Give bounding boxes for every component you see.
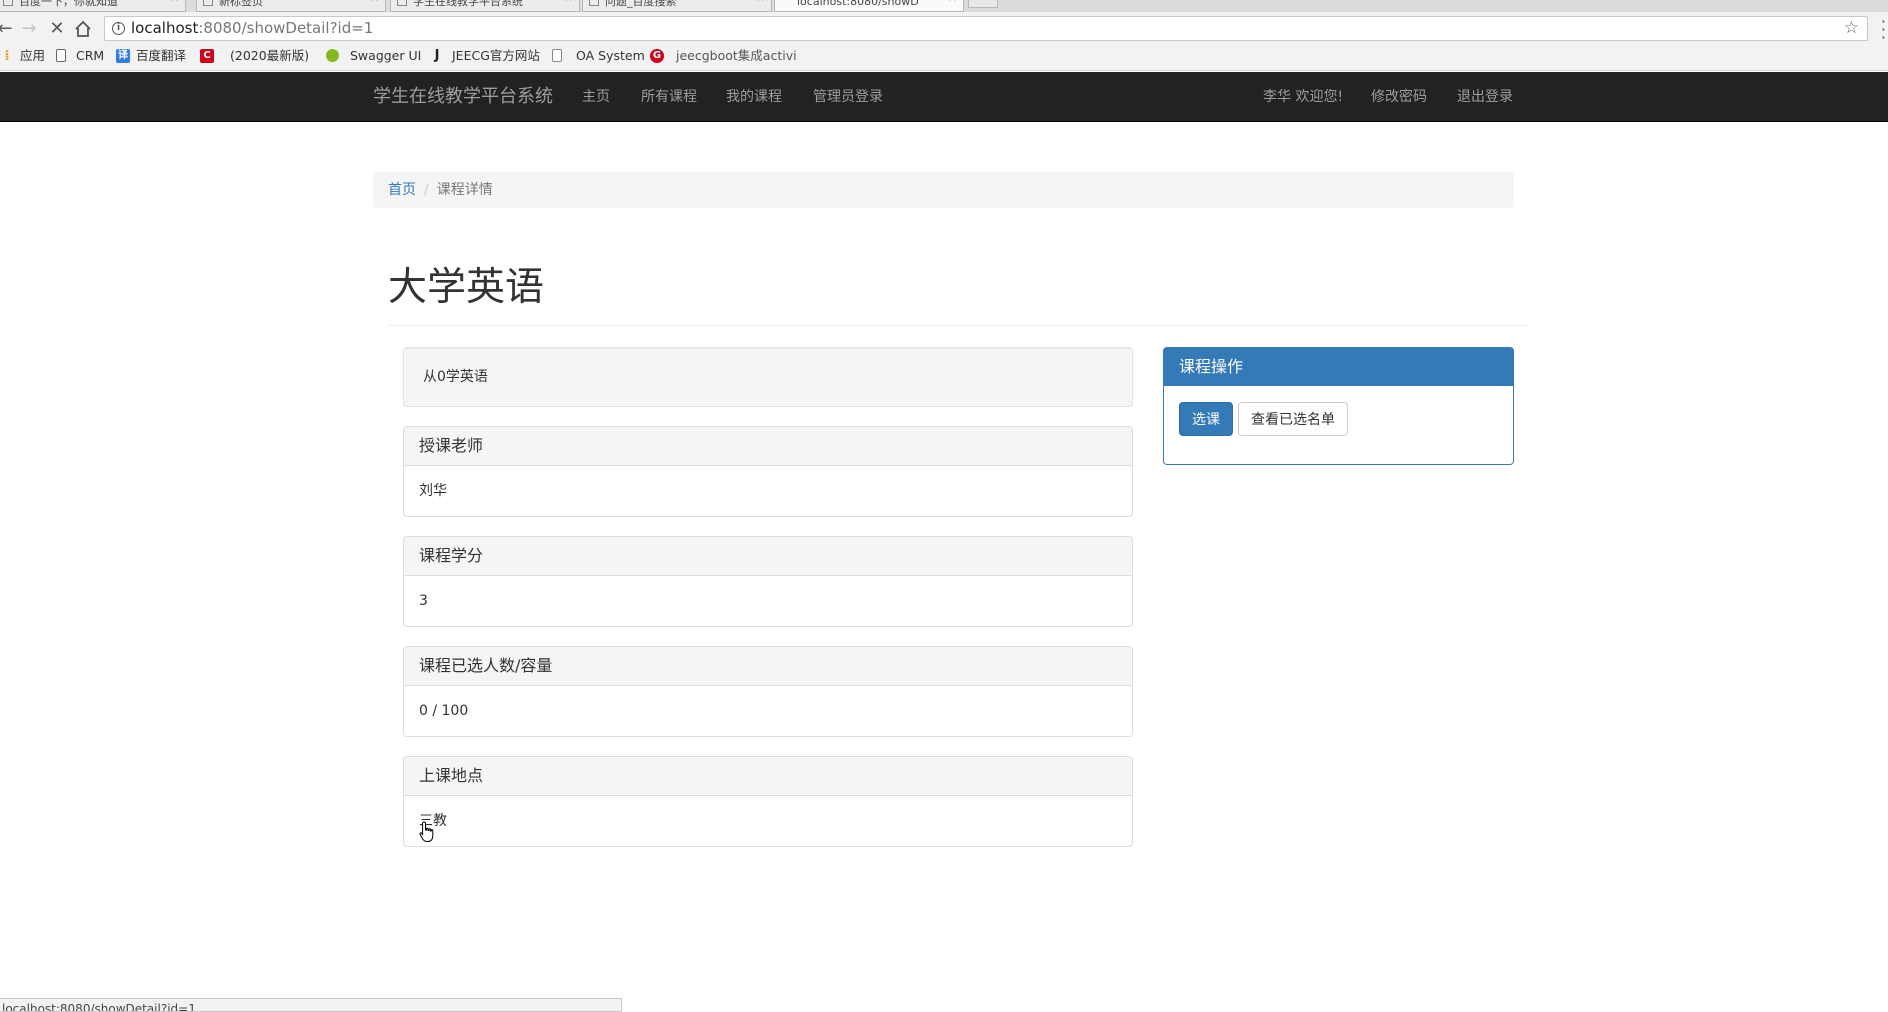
view-roster-button[interactable]: 查看已选名单	[1238, 402, 1348, 436]
tab-title: 问题_百度搜索	[605, 0, 677, 8]
tab-title: localhost:8080/showD	[797, 0, 919, 8]
browser-menu-icon[interactable]: · · ·	[1881, 14, 1886, 46]
nav-logout[interactable]: 退出登录	[1457, 72, 1513, 122]
browser-tab[interactable]: 新标签页 ×	[196, 0, 386, 12]
bookmark-label: jeecgboot集成activi	[676, 48, 797, 63]
translate-icon: 译	[116, 49, 130, 63]
bookmark-label: OA System	[576, 48, 645, 63]
apps-grid-icon: ⁞	[4, 48, 10, 64]
breadcrumb-separator: /	[424, 182, 429, 198]
browser-status-bar: localhost:8080/showDetail?id=1	[0, 998, 622, 1012]
nav-my-courses[interactable]: 我的课程	[726, 72, 782, 122]
top-navbar: 学生在线教学平台系统 主页 所有课程 我的课程 管理员登录 李华 欢迎您! 修改…	[0, 72, 1888, 122]
enrollment-panel: 课程已选人数/容量 0 / 100	[403, 646, 1133, 737]
breadcrumb-current: 课程详情	[436, 182, 493, 198]
bookmark-oa[interactable]: OA System	[552, 46, 645, 66]
bookmark-label: 百度翻译	[136, 48, 187, 63]
actions-panel-title: 课程操作	[1164, 348, 1513, 386]
bookmark-label: Swagger UI	[350, 48, 422, 63]
browser-tab-strip: 百度一下，你就知道 × 新标签页 × 学生在线教学平台系统 × 问题_百度搜索 …	[0, 0, 1888, 12]
panel-heading: 授课老师	[404, 427, 1132, 466]
nav-welcome-user[interactable]: 李华 欢迎您!	[1263, 72, 1343, 122]
course-title: 大学英语	[388, 265, 545, 310]
brand-link[interactable]: 学生在线教学平台系统	[373, 72, 553, 122]
address-bar[interactable]: i localhost:8080/showDetail?id=1 ☆	[104, 16, 1868, 41]
page-icon	[203, 0, 213, 6]
nav-change-password[interactable]: 修改密码	[1371, 72, 1427, 122]
credit-value: 3	[419, 593, 428, 609]
browser-tab[interactable]: 学生在线教学平台系统 ×	[390, 0, 580, 12]
swagger-icon	[326, 49, 339, 62]
page-header: 大学英语	[388, 250, 1529, 326]
home-icon[interactable]	[72, 18, 94, 40]
bookmarks-bar: ⁞ 应用 CRM 译 百度翻译 C (2020最新版) Swagger UI J…	[0, 46, 1888, 71]
bookmark-crm[interactable]: CRM	[56, 46, 104, 66]
teacher-panel: 授课老师 刘华	[403, 426, 1133, 517]
hand-cursor-icon	[419, 821, 434, 842]
c-logo-icon: C	[200, 49, 214, 63]
enrollment-value: 0 / 100	[419, 703, 469, 719]
panel-heading: 课程学分	[404, 537, 1132, 576]
panel-heading: 课程已选人数/容量	[404, 647, 1132, 686]
browser-tab-active[interactable]: localhost:8080/showD ×	[774, 0, 964, 12]
url-text: localhost:8080/showDetail?id=1	[131, 17, 373, 40]
teacher-value: 刘华	[419, 483, 447, 499]
nav-all-courses[interactable]: 所有课程	[641, 72, 697, 122]
forward-icon[interactable]: →	[18, 18, 40, 40]
credit-panel: 课程学分 3	[403, 536, 1133, 627]
stop-loading-icon[interactable]: ✕	[46, 18, 68, 40]
course-description: 从0学英语	[403, 347, 1133, 407]
nav-admin-login[interactable]: 管理员登录	[813, 72, 883, 122]
bookmark-label: CRM	[76, 48, 105, 63]
course-actions-panel: 课程操作 选课 查看已选名单	[1163, 347, 1514, 465]
new-tab-button[interactable]	[968, 0, 998, 8]
page-icon	[552, 49, 562, 62]
tab-title: 百度一下，你就知道	[19, 0, 118, 8]
browser-tab[interactable]: 问题_百度搜索 ×	[582, 0, 772, 12]
bookmark-baidu-translate[interactable]: 译 百度翻译	[116, 46, 186, 66]
breadcrumb: 首页 / 课程详情	[373, 172, 1514, 208]
url-host: localhost	[131, 19, 199, 37]
url-path: :8080/showDetail?id=1	[198, 19, 374, 37]
g-logo-icon: G	[650, 49, 664, 63]
page-icon	[589, 0, 599, 6]
bookmark-swagger[interactable]: Swagger UI	[326, 46, 421, 66]
info-icon[interactable]: i	[112, 22, 125, 35]
page-icon	[56, 49, 66, 62]
location-value: 三教	[419, 813, 447, 829]
bookmark-apps[interactable]: ⁞ 应用	[0, 46, 45, 66]
nav-home[interactable]: 主页	[582, 72, 610, 122]
select-course-button[interactable]: 选课	[1179, 402, 1233, 436]
bookmark-jeecg[interactable]: J JEECG官方网站	[430, 46, 540, 66]
panel-heading: 上课地点	[404, 757, 1132, 796]
breadcrumb-home-link[interactable]: 首页	[388, 182, 416, 198]
bookmark-label: JEECG官方网站	[452, 48, 540, 63]
bookmark-label: 应用	[20, 48, 46, 63]
page-icon	[3, 0, 13, 6]
page-icon	[397, 0, 407, 6]
back-icon[interactable]: ←	[0, 18, 16, 40]
location-panel: 上课地点 三教	[403, 756, 1133, 847]
bookmark-star-icon[interactable]: ☆	[1844, 17, 1859, 40]
bookmark-label: (2020最新版)	[230, 48, 310, 63]
bookmark-2020[interactable]: C (2020最新版)	[200, 46, 309, 66]
tab-title: 学生在线教学平台系统	[413, 0, 523, 8]
tab-title: 新标签页	[219, 0, 263, 8]
bookmark-jeecgboot[interactable]: G jeecgboot集成activi	[650, 46, 797, 66]
browser-tab[interactable]: 百度一下，你就知道 ×	[0, 0, 186, 12]
j-logo-icon: J	[434, 48, 440, 63]
